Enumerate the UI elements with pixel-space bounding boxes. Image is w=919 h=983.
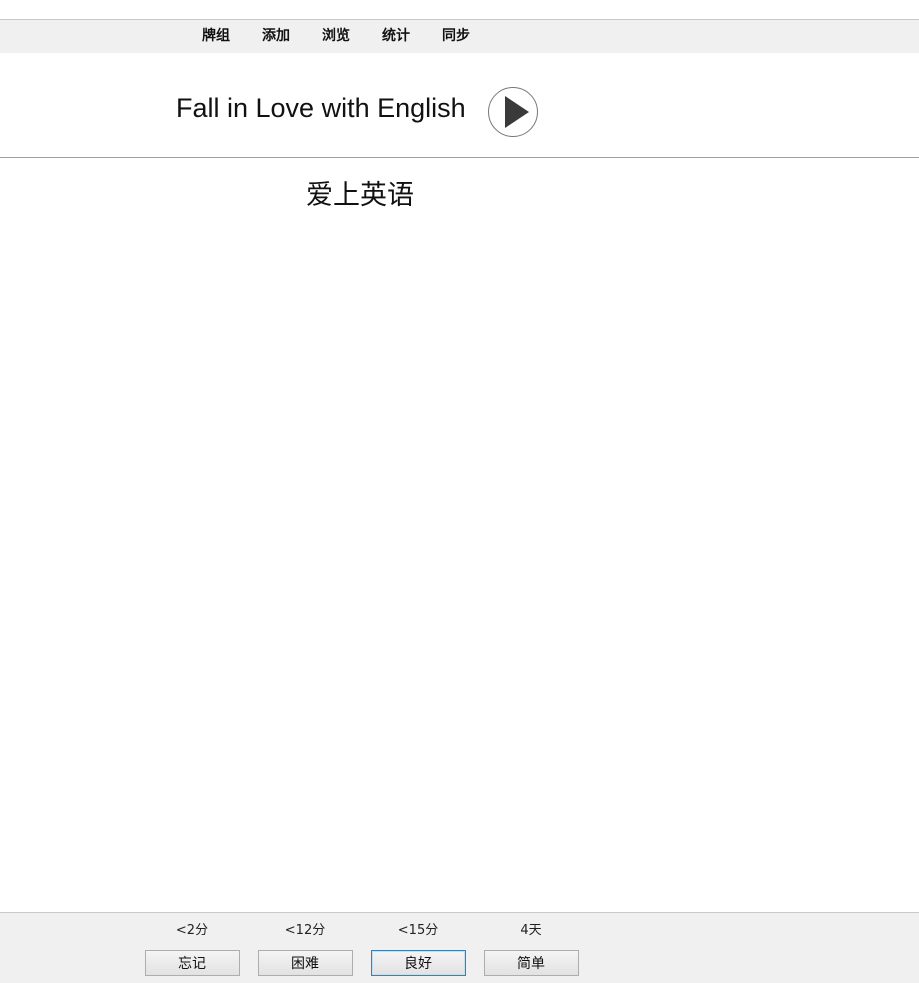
card-front: Fall in Love with English xyxy=(0,53,919,157)
hard-button[interactable]: 困难 xyxy=(257,950,353,976)
answer-good: <15分 良好 xyxy=(370,913,466,976)
top-toolbar: 牌组 添加 浏览 统计 同步 xyxy=(0,19,919,53)
menu-stats[interactable]: 统计 xyxy=(366,20,426,53)
menu-sync[interactable]: 同步 xyxy=(426,20,486,53)
card-back-text: 爱上英语 xyxy=(306,180,414,211)
interval-hard: <12分 xyxy=(284,923,326,938)
review-window: 牌组 添加 浏览 统计 同步 Fall in Love with English… xyxy=(0,0,919,983)
menu-add[interactable]: 添加 xyxy=(246,20,306,53)
interval-good: <15分 xyxy=(397,923,439,938)
answer-again: <2分 忘记 xyxy=(144,913,240,976)
answer-hard: <12分 困难 xyxy=(257,913,353,976)
easy-button[interactable]: 简单 xyxy=(483,950,579,976)
interval-again: <2分 xyxy=(175,923,209,938)
play-audio-button[interactable] xyxy=(488,87,538,137)
play-icon xyxy=(505,96,529,128)
again-button[interactable]: 忘记 xyxy=(144,950,240,976)
interval-easy: 4天 xyxy=(520,923,542,938)
good-button[interactable]: 良好 xyxy=(370,950,466,976)
answer-divider xyxy=(0,157,919,158)
answer-easy: 4天 简单 xyxy=(483,913,579,976)
card-front-text: Fall in Love with English xyxy=(176,93,466,123)
menu-browse[interactable]: 浏览 xyxy=(306,20,366,53)
answer-bar: <2分 忘记 <12分 困难 <15分 良好 4天 简单 xyxy=(0,912,919,983)
main-menu: 牌组 添加 浏览 统计 同步 xyxy=(186,20,486,53)
menu-decks[interactable]: 牌组 xyxy=(186,20,246,53)
